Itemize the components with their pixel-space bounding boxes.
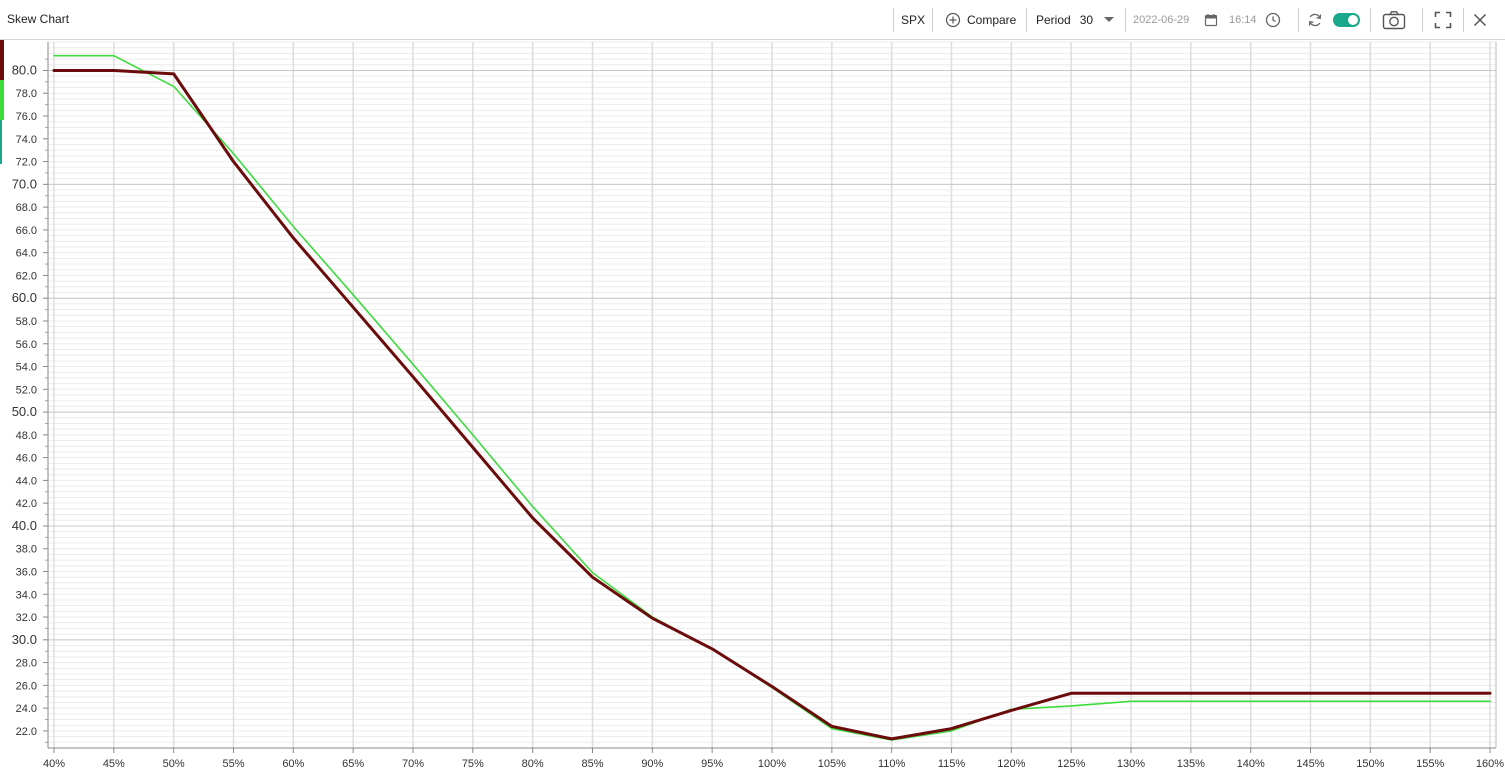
y-tick-label: 72.0 — [16, 157, 37, 169]
x-tick-label: 80% — [522, 758, 544, 770]
y-tick-label: 46.0 — [16, 453, 37, 465]
x-tick-label: 50% — [163, 758, 185, 770]
date-picker-button[interactable] — [1204, 0, 1218, 40]
toolbar-separator — [1026, 8, 1027, 32]
date-value: 2022-06-29 — [1133, 14, 1190, 26]
x-tick-label: 130% — [1117, 758, 1145, 770]
x-tick-label: 40% — [43, 758, 65, 770]
x-tick-label: 70% — [402, 758, 424, 770]
y-tick-label: 38.0 — [16, 544, 37, 556]
refresh-button[interactable] — [1307, 0, 1323, 40]
y-tick-label: 22.0 — [16, 726, 37, 738]
chevron-down-icon — [1103, 16, 1115, 24]
x-tick-label: 65% — [342, 758, 364, 770]
toolbar-separator — [1370, 8, 1371, 32]
y-tick-label: 44.0 — [16, 475, 37, 487]
y-tick-label: 42.0 — [16, 498, 37, 510]
compare-label: Compare — [967, 13, 1017, 27]
close-button[interactable] — [1473, 0, 1487, 40]
x-tick-label: 55% — [222, 758, 244, 770]
y-tick-label: 54.0 — [16, 362, 37, 374]
x-tick-label: 160% — [1476, 758, 1504, 770]
time-value: 16:14 — [1229, 14, 1257, 26]
y-tick-label: 30.0 — [12, 632, 37, 647]
live-toggle[interactable] — [1333, 0, 1360, 40]
x-tick-label: 135% — [1177, 758, 1205, 770]
y-tick-label: 32.0 — [16, 612, 37, 624]
y-tick-label: 68.0 — [16, 202, 37, 214]
period-select[interactable]: Period 30 — [1036, 0, 1115, 40]
toolbar-separator — [1125, 8, 1126, 32]
symbol-value: SPX — [901, 13, 926, 27]
y-tick-label: 62.0 — [16, 270, 37, 282]
y-tick-label: 80.0 — [12, 62, 37, 77]
x-tick-label: 120% — [997, 758, 1025, 770]
symbol-field[interactable]: SPX — [901, 0, 925, 40]
y-tick-label: 58.0 — [16, 316, 37, 328]
calendar-icon — [1204, 13, 1218, 27]
period-value: 30 — [1079, 13, 1094, 27]
x-tick-label: 115% — [938, 758, 966, 770]
compare-button[interactable]: Compare — [945, 0, 1016, 40]
x-tick-label: 95% — [701, 758, 723, 770]
y-tick-label: 70.0 — [12, 176, 37, 191]
y-tick-label: 78.0 — [16, 88, 37, 100]
close-icon — [1473, 13, 1487, 27]
x-tick-label: 140% — [1237, 758, 1265, 770]
x-tick-label: 75% — [462, 758, 484, 770]
fullscreen-button[interactable] — [1434, 0, 1452, 40]
toggle-switch — [1333, 13, 1360, 27]
y-tick-label: 64.0 — [16, 248, 37, 260]
y-tick-label: 66.0 — [16, 225, 37, 237]
time-field[interactable]: 16:14 — [1229, 0, 1257, 40]
x-tick-label: 60% — [282, 758, 304, 770]
time-picker-button[interactable] — [1265, 0, 1281, 40]
y-tick-label: 74.0 — [16, 134, 37, 146]
date-field[interactable]: 2022-06-29 — [1133, 0, 1189, 40]
plus-circle-icon — [945, 12, 961, 28]
y-tick-label: 40.0 — [12, 518, 37, 533]
y-tick-label: 76.0 — [16, 111, 37, 123]
refresh-icon — [1307, 12, 1323, 28]
x-tick-label: 45% — [103, 758, 125, 770]
screenshot-button[interactable] — [1382, 0, 1406, 40]
y-tick-label: 34.0 — [16, 589, 37, 601]
expand-icon — [1434, 11, 1452, 29]
y-tick-label: 26.0 — [16, 680, 37, 692]
toolbar-separator — [1298, 8, 1299, 32]
x-tick-label: 100% — [758, 758, 786, 770]
toolbar-separator — [932, 8, 933, 32]
x-tick-label: 105% — [818, 758, 846, 770]
x-tick-label: 145% — [1296, 758, 1324, 770]
window-title: Skew Chart — [7, 12, 70, 26]
camera-icon — [1382, 10, 1406, 30]
y-tick-label: 52.0 — [16, 384, 37, 396]
skew-chart-svg: 80.0 78.0 76.0 74.0 72.0 70.0 68.0 66.0 64.0 62.0… — [12, 41, 1504, 770]
y-tick-label: 28.0 — [16, 658, 37, 670]
x-tick-label: 125% — [1057, 758, 1085, 770]
y-tick-label: 24.0 — [16, 703, 37, 715]
clock-icon — [1265, 12, 1281, 28]
x-tick-label: 90% — [641, 758, 663, 770]
period-label: Period — [1036, 13, 1071, 27]
y-tick-label: 50.0 — [12, 404, 37, 419]
x-tick-label: 155% — [1416, 758, 1444, 770]
x-tick-label: 110% — [878, 758, 906, 770]
x-tick-label: 150% — [1356, 758, 1384, 770]
toolbar-separator — [1422, 8, 1423, 32]
skew-chart-window: Skew Chart SPX Compare Period 30 2022-06… — [0, 0, 1505, 775]
toolbar: Skew Chart SPX Compare Period 30 2022-06… — [0, 0, 1505, 40]
y-tick-label: 60.0 — [12, 290, 37, 305]
x-tick-label: 85% — [581, 758, 603, 770]
y-tick-label: 56.0 — [16, 339, 37, 351]
toolbar-separator — [1463, 8, 1464, 32]
y-tick-label: 48.0 — [16, 430, 37, 442]
toolbar-separator — [893, 8, 894, 32]
y-tick-label: 36.0 — [16, 567, 37, 579]
chart-area: 80.0 78.0 76.0 74.0 72.0 70.0 68.0 66.0 64.0 62.0… — [0, 40, 1505, 775]
